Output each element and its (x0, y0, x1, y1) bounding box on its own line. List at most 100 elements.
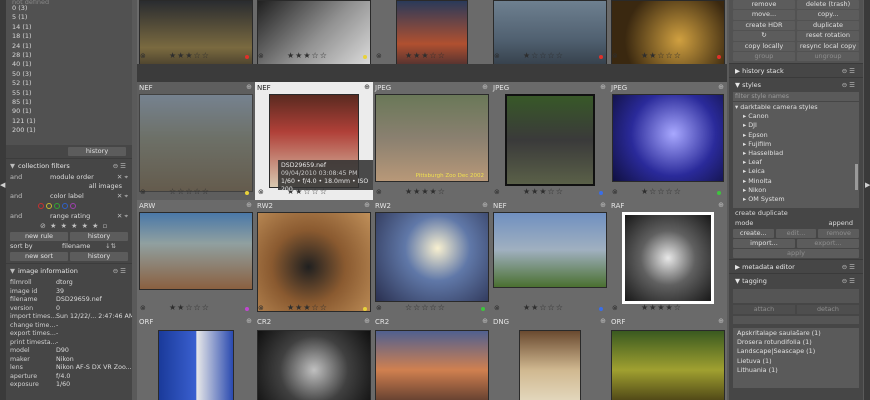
star-rating[interactable]: ★★☆☆☆ (523, 303, 564, 312)
module-tools-icons[interactable]: ⊖☰ (113, 161, 128, 172)
reject-icon[interactable]: ⊗ (376, 188, 382, 196)
style-item[interactable]: ▸ Hasselblad (735, 149, 857, 158)
altered-icon[interactable]: ⊕ (482, 201, 488, 209)
tag-item[interactable]: Lithuania (1) (737, 366, 855, 375)
sort-direction-icon[interactable]: ↓⇅ (105, 241, 116, 251)
tag-item[interactable]: Landscape|Seascape (1) (737, 347, 855, 356)
altered-icon[interactable]: ⊕ (364, 317, 370, 325)
tag-dictionary-list[interactable]: Apskritalape saulašare (1) Drosera rotund… (733, 328, 859, 388)
attached-tags-area[interactable] (733, 289, 859, 303)
sort-by-value[interactable]: filename (62, 241, 90, 251)
new-sort-button[interactable]: new sort (10, 252, 68, 261)
module-tools-icons[interactable]: ⊖☰ (842, 274, 857, 288)
star-rating[interactable]: ★★★☆☆ (405, 51, 446, 60)
selected-images-button[interactable]: move... (733, 10, 795, 20)
pin-icon[interactable]: ✕ ⌖ (117, 172, 128, 182)
tagging-header[interactable]: ▼ tagging ⊖☰ (729, 273, 863, 287)
reject-icon[interactable]: ⊗ (494, 304, 500, 312)
color-label-dots[interactable] (6, 201, 132, 211)
blue-dot-icon[interactable] (62, 203, 68, 209)
history-stack-header[interactable]: ▶ history stack ⊖☰ (729, 63, 863, 77)
altered-icon[interactable]: ⊕ (364, 83, 370, 91)
image-thumbnail[interactable] (493, 212, 607, 288)
sort-history-button[interactable]: history (70, 252, 128, 261)
reject-icon[interactable]: ⊗ (612, 304, 618, 312)
collect-list-item[interactable]: 24 (1) (10, 42, 128, 51)
style-item[interactable]: ▸ Fujifilm (735, 140, 857, 149)
collection-filters-header[interactable]: ▼ collection filters ⊖☰ (6, 161, 132, 172)
image-thumbnail[interactable] (611, 330, 725, 400)
style-item[interactable]: ▸ Leica (735, 167, 857, 176)
image-thumbnail[interactable] (257, 330, 371, 400)
collect-list-item[interactable]: 200 (1) (10, 126, 128, 135)
selected-images-button[interactable]: group (733, 51, 795, 62)
chevron-left-icon[interactable]: ◀ (0, 181, 5, 189)
altered-icon[interactable]: ⊕ (364, 201, 370, 209)
style-import-button[interactable]: import... (733, 239, 795, 248)
star-rating[interactable]: ★★★☆☆ (287, 303, 328, 312)
collect-list-item[interactable]: 50 (3) (10, 70, 128, 79)
image-thumbnail[interactable] (139, 94, 253, 192)
module-order-value[interactable]: all images (6, 182, 132, 191)
star-rating[interactable]: ★★☆☆☆ (641, 51, 682, 60)
reject-icon[interactable]: ⊗ (376, 52, 382, 60)
reject-icon[interactable]: ⊗ (140, 52, 146, 60)
image-thumbnail[interactable] (612, 94, 724, 182)
image-information-header[interactable]: ▼ image information ⊖☰ (6, 266, 132, 277)
image-thumbnail[interactable] (375, 330, 489, 400)
altered-icon[interactable]: ⊕ (246, 83, 252, 91)
tag-item[interactable]: Apskritalape saulašare (1) (737, 329, 855, 338)
thumbnail-cell[interactable]: ARW ⊕ ⊗ ★★☆☆☆ (137, 200, 255, 316)
altered-icon[interactable]: ⊕ (482, 83, 488, 91)
altered-icon[interactable]: ⊕ (600, 317, 606, 325)
thumbnail-cell[interactable]: RAF ⊕ ⊗ ★★★★☆ (609, 200, 727, 316)
reject-icon[interactable]: ⊗ (612, 52, 618, 60)
purple-dot-icon[interactable] (70, 203, 76, 209)
collect-list-item[interactable]: 18 (1) (10, 32, 128, 41)
collect-list[interactable]: not defined 0 (3) 5 (1) 14 (1) 18 (1) 24 (1)… (6, 0, 132, 145)
collect-list-item[interactable]: 121 (1) (10, 117, 128, 126)
thumbnail-cell[interactable]: DNG ⊕ (491, 316, 609, 400)
thumbnail-cell[interactable]: CR2 ⊕ (255, 316, 373, 400)
styles-list[interactable]: ▾ darktable camera styles ▸ Canon ▸ DJI ▸ … (733, 102, 859, 208)
module-tools-icons[interactable]: ⊖☰ (113, 266, 128, 277)
selected-images-button[interactable]: ungroup (797, 51, 859, 62)
style-remove-button[interactable]: remove (818, 229, 860, 238)
altered-icon[interactable]: ⊕ (600, 201, 606, 209)
style-item[interactable]: ▸ OM System (735, 195, 857, 204)
thumbnail-cell[interactable]: ORF ⊕ (137, 316, 255, 400)
tag-entry-input[interactable] (733, 316, 859, 324)
star-rating[interactable]: ★☆☆☆☆ (641, 187, 682, 196)
altered-icon[interactable]: ⊕ (246, 317, 252, 325)
style-item[interactable]: ▸ DJI (735, 121, 857, 130)
style-item[interactable]: ▸ Epson (735, 131, 857, 140)
image-thumbnail[interactable] (139, 212, 253, 290)
filter-rule-module-order[interactable]: and module order ✕ ⌖ (6, 172, 132, 182)
reject-icon[interactable]: ⊗ (258, 188, 264, 196)
collect-list-item[interactable]: 55 (1) (10, 89, 128, 98)
right-panel-collapse[interactable]: ▶ (864, 0, 870, 400)
styles-root[interactable]: ▾ darktable camera styles (735, 103, 857, 112)
collect-list-item[interactable]: 0 (3) (10, 4, 128, 13)
altered-icon[interactable]: ⊕ (246, 201, 252, 209)
style-item[interactable]: ▸ Nikon (735, 186, 857, 195)
thumbnail-cell[interactable]: JPEG ⊕ Pittsburgh Zoo Dec 2002 ⊗ ★★★★☆ (373, 82, 491, 200)
collect-list-item[interactable]: 14 (1) (10, 23, 128, 32)
collect-list-item[interactable]: 90 (1) (10, 107, 128, 116)
reject-icon[interactable]: ⊗ (612, 188, 618, 196)
thumbnail-cell[interactable]: NEF ⊕ ⊗ ★★☆☆☆ (491, 200, 609, 316)
star-rating[interactable]: ☆☆☆☆☆ (169, 187, 210, 196)
image-thumbnail[interactable] (505, 94, 595, 186)
thumbnail-cell[interactable]: ORF ⊕ (609, 316, 727, 400)
selected-images-button[interactable]: reset rotation (797, 31, 859, 41)
altered-icon[interactable]: ⊕ (718, 317, 724, 325)
style-item[interactable]: ▸ Leaf (735, 158, 857, 167)
thumbnail-cell[interactable]: ⊗ ★★☆☆☆ (609, 0, 727, 64)
altered-icon[interactable]: ⊕ (482, 317, 488, 325)
star-rating[interactable]: ☆☆☆☆☆ (405, 303, 446, 312)
star-rating[interactable]: ★★★☆☆ (523, 187, 564, 196)
thumbnail-cell[interactable]: RW2 ⊕ ⊗ ☆☆☆☆☆ (373, 200, 491, 316)
image-thumbnail[interactable] (622, 212, 714, 304)
tag-item[interactable]: Drosera rotundifolia (1) (737, 338, 855, 347)
star-rating[interactable]: ★★☆☆☆ (169, 303, 210, 312)
